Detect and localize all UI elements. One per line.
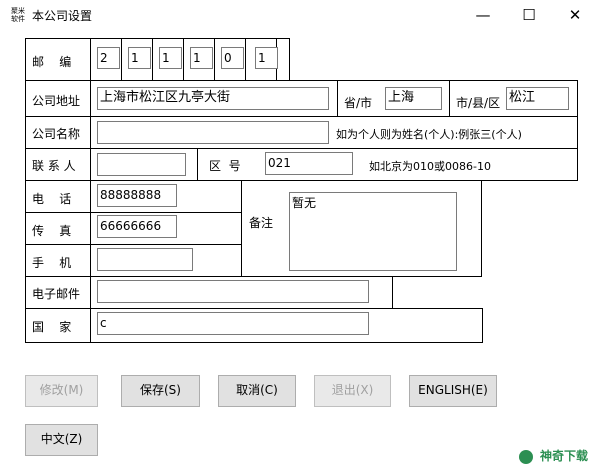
contact-input[interactable]	[97, 153, 186, 176]
address-label: 公司地址	[32, 94, 81, 108]
window-title: 本公司设置	[32, 9, 93, 23]
watermark-icon	[518, 449, 533, 464]
zip-digit-2[interactable]: 1	[128, 47, 151, 69]
address-input[interactable]: 上海市松江区九亭大街	[97, 87, 329, 110]
phone-input[interactable]: 88888888	[97, 184, 177, 207]
country-input[interactable]: c	[97, 312, 369, 335]
province-label: 省/市	[344, 96, 373, 110]
minimize-button[interactable]: —	[460, 0, 506, 30]
zip-digit-3[interactable]: 1	[159, 47, 182, 69]
mobile-input[interactable]	[97, 248, 193, 271]
app-icon: 聚米 软件	[9, 7, 27, 25]
zip-digit-1[interactable]: 2	[97, 47, 120, 69]
chinese-button[interactable]: 中文(Z)	[25, 424, 98, 456]
city-label: 市/县/区	[456, 96, 501, 110]
company-label: 公司名称	[32, 127, 81, 141]
company-note: 如为个人则为姓名(个人):例张三(个人)	[336, 128, 522, 141]
province-input[interactable]: 上海	[385, 87, 442, 110]
email-label: 电子邮件	[32, 287, 81, 301]
zip-digit-5[interactable]: 0	[221, 47, 244, 69]
app-icon-text: 聚米 软件	[11, 7, 25, 23]
fax-input[interactable]: 66666666	[97, 215, 177, 238]
maximize-icon: ☐	[522, 6, 536, 24]
mobile-label: 手 机	[32, 256, 72, 270]
area-label: 区 号	[209, 159, 241, 173]
english-button[interactable]: ENGLISH(E)	[409, 375, 497, 407]
modify-button[interactable]: 修改(M)	[25, 375, 98, 407]
area-note: 如北京为010或0086-10	[369, 160, 491, 173]
country-label: 国 家	[32, 320, 72, 334]
zip-label: 邮 编	[32, 55, 72, 69]
zip-digit-6[interactable]: 1	[255, 47, 278, 69]
zip-digit-4[interactable]: 1	[190, 47, 213, 69]
contact-label: 联 系 人	[32, 159, 76, 173]
company-input[interactable]	[97, 121, 329, 144]
phone-label: 电 话	[32, 192, 72, 206]
exit-button[interactable]: 退出(X)	[314, 375, 391, 407]
watermark: 神奇下载	[518, 447, 588, 464]
city-input[interactable]: 松江	[506, 87, 569, 110]
maximize-button[interactable]: ☐	[506, 0, 552, 30]
email-input[interactable]	[97, 280, 369, 303]
close-icon: ✕	[568, 6, 582, 24]
watermark-text: 神奇下载	[539, 449, 588, 463]
remark-textarea[interactable]: 暂无	[289, 192, 457, 271]
area-input[interactable]: 021	[265, 152, 353, 175]
save-button[interactable]: 保存(S)	[121, 375, 200, 407]
cancel-button[interactable]: 取消(C)	[218, 375, 296, 407]
fax-label: 传 真	[32, 224, 72, 238]
close-button[interactable]: ✕	[552, 0, 598, 30]
minimize-icon: —	[475, 6, 491, 24]
remark-label: 备注	[249, 216, 274, 230]
